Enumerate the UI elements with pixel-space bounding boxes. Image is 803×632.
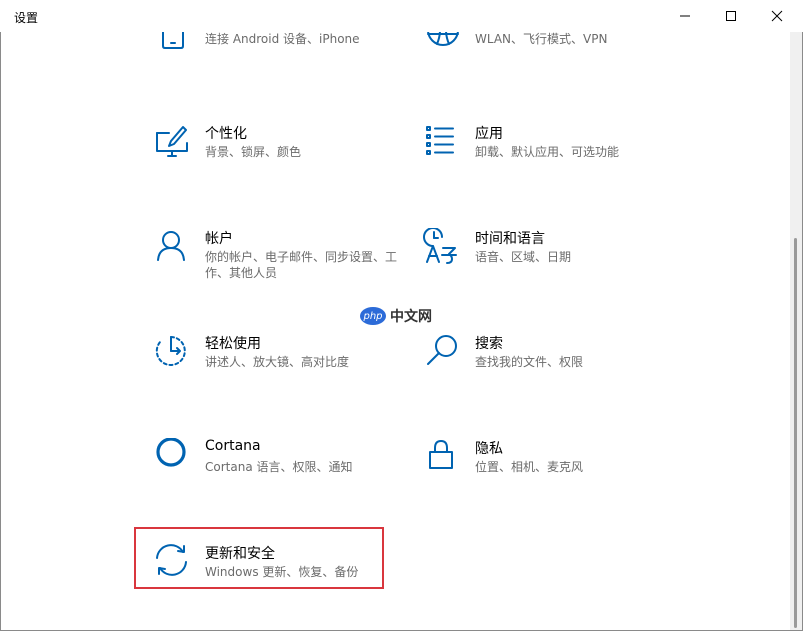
tile-name: 轻松使用 — [205, 336, 261, 352]
tile-phone[interactable]: 连接 Android 设备、iPhone — [153, 32, 403, 80]
lock-icon — [429, 440, 453, 469]
vertical-scrollbar[interactable] — [790, 32, 802, 630]
tile-desc: 讲述人、放大镜、高对比度 — [205, 355, 350, 369]
tile-privacy[interactable]: 隐私 位置、相机、麦克风 — [423, 438, 673, 508]
title-bar[interactable]: 设置 — [0, 0, 803, 32]
tile-name: 隐私 — [475, 441, 503, 457]
tile-name: 应用 — [475, 126, 503, 142]
tile-apps[interactable]: 应用 卸载、默认应用、可选功能 — [423, 123, 673, 193]
tile-search[interactable]: 搜索 查找我的文件、权限 — [423, 333, 673, 403]
tile-network[interactable]: WLAN、飞行模式、VPN — [423, 32, 673, 80]
watermark: php 中文网 — [360, 305, 432, 327]
scrollbar-thumb[interactable] — [794, 238, 797, 628]
ease-of-access-icon — [155, 336, 186, 366]
personalization-icon — [156, 126, 188, 157]
globe-icon — [427, 32, 459, 46]
person-icon — [157, 231, 185, 261]
tile-desc: 卸载、默认应用、可选功能 — [475, 145, 620, 159]
tile-desc: WLAN、飞行模式、VPN — [475, 32, 608, 46]
tile-desc: 位置、相机、麦克风 — [475, 460, 584, 474]
tile-desc: 语音、区域、日期 — [475, 250, 572, 264]
tile-name: Cortana — [205, 438, 261, 454]
time-language-icon — [423, 228, 457, 264]
settings-grid: 连接 Android 设备、iPhone WLAN、飞行模式、VPN 个性化 背… — [0, 32, 790, 632]
tile-name: 个性化 — [205, 126, 247, 142]
window-title: 设置 — [14, 11, 39, 25]
selection-highlight — [134, 527, 384, 589]
tile-cortana[interactable]: Cortana Cortana 语言、权限、通知 — [153, 438, 403, 508]
tile-name: 帐户 — [205, 231, 233, 247]
watermark-text: 中文网 — [390, 309, 432, 325]
tile-desc: 你的帐户、电子邮件、同步设置、工作、其他人员 — [205, 250, 398, 280]
tile-ease-of-access[interactable]: 轻松使用 讲述人、放大镜、高对比度 — [153, 333, 403, 403]
tile-name: 时间和语言 — [475, 231, 545, 247]
tile-desc: 连接 Android 设备、iPhone — [205, 32, 360, 46]
tile-desc: 查找我的文件、权限 — [475, 355, 584, 369]
tile-name: 搜索 — [475, 336, 503, 352]
minimize-icon — [680, 15, 690, 17]
maximize-icon — [726, 11, 736, 21]
search-icon — [427, 335, 457, 365]
minimize-button[interactable] — [662, 0, 708, 32]
watermark-logo: php — [360, 307, 386, 325]
apps-list-icon — [426, 126, 454, 155]
close-icon — [771, 10, 783, 22]
close-button[interactable] — [754, 0, 800, 32]
tile-personalization[interactable]: 个性化 背景、锁屏、颜色 — [153, 123, 403, 193]
maximize-button[interactable] — [708, 0, 754, 32]
cortana-icon — [156, 438, 186, 467]
tile-desc: 背景、锁屏、颜色 — [205, 145, 302, 159]
tile-time-language[interactable]: 时间和语言 语音、区域、日期 — [423, 228, 673, 298]
tile-desc: Cortana 语言、权限、通知 — [205, 460, 353, 474]
tile-accounts[interactable]: 帐户 你的帐户、电子邮件、同步设置、工作、其他人员 — [153, 228, 403, 298]
phone-icon — [162, 32, 184, 49]
